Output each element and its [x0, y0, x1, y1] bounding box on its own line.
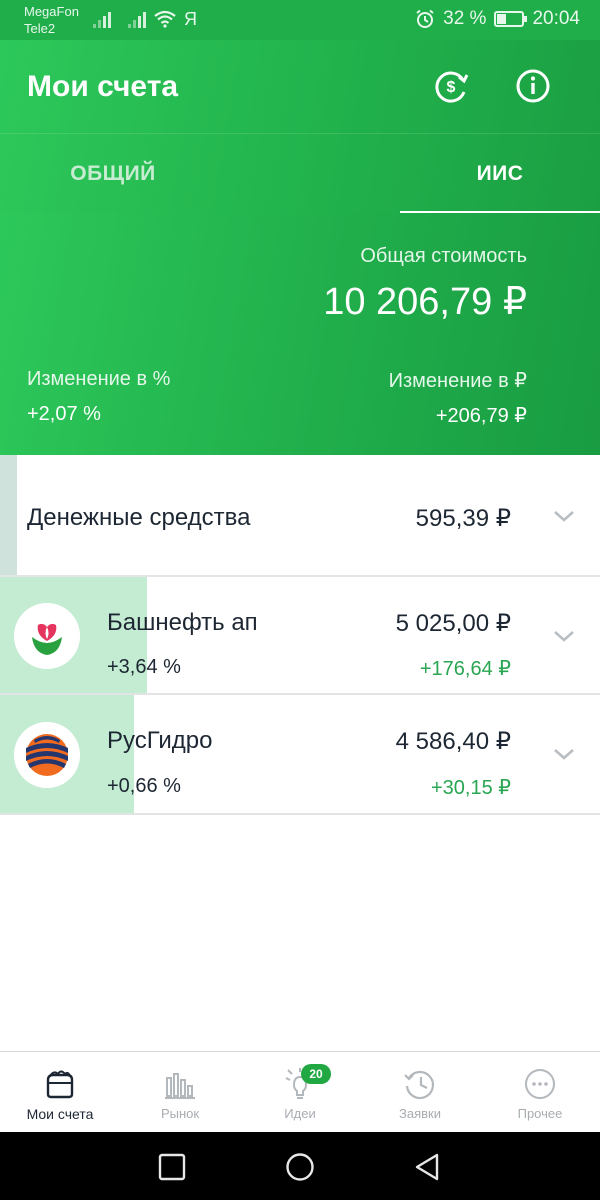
- svg-text:$: $: [447, 79, 456, 96]
- nav-my-accounts[interactable]: Мои счета: [0, 1052, 120, 1133]
- holding-value: 4 586,40 ₽: [395, 728, 511, 755]
- carrier-1: MegaFon: [24, 4, 79, 19]
- wallet-icon: [46, 1070, 74, 1099]
- nav-label: Заявки: [399, 1106, 441, 1121]
- tab-iis-label: ИИС: [476, 162, 524, 185]
- cash-row[interactable]: Денежные средства 595,39 ₽: [0, 455, 600, 577]
- clock: 20:04: [532, 8, 580, 29]
- home-icon[interactable]: [285, 1152, 315, 1182]
- market-chart-icon: [165, 1073, 195, 1099]
- signal-2-icon: [128, 10, 146, 28]
- portfolio-summary: Общая стоимость 10 206,79 ₽ Изменение в …: [0, 213, 600, 455]
- alarm-icon: [416, 9, 434, 28]
- holding-change-rub: +30,15 ₽: [430, 777, 511, 799]
- currency-exchange-icon[interactable]: $: [433, 68, 469, 104]
- holding-name: Башнефть ап: [107, 609, 258, 636]
- change-percent-label: Изменение в %: [27, 368, 171, 390]
- nav-label: Мои счета: [26, 1106, 94, 1122]
- nav-ideas[interactable]: 20 Идеи: [240, 1052, 360, 1133]
- more-icon: [525, 1069, 555, 1099]
- holding-row-rushydro[interactable]: РусГидро 4 586,40 ₽ +0,66 % +30,15 ₽: [0, 695, 600, 815]
- holding-name: РусГидро: [107, 727, 213, 754]
- bottom-navigation: Мои счета Рынок 20 Идеи Заявки Прочее: [0, 1051, 600, 1132]
- cash-label: Денежные средства: [27, 504, 251, 531]
- tab-iis[interactable]: ИИС: [400, 134, 600, 214]
- status-right: 32 % 20:04: [415, 8, 580, 30]
- total-value: 10 206,79 ₽: [323, 281, 527, 323]
- chevron-down-icon[interactable]: [552, 509, 576, 523]
- holding-row-bashneft[interactable]: Башнефть ап 5 025,00 ₽ +3,64 % +176,64 ₽: [0, 577, 600, 695]
- holding-value: 5 025,00 ₽: [395, 610, 511, 637]
- battery-percent: 32 %: [443, 8, 487, 29]
- battery-icon: [494, 11, 528, 27]
- cash-share-bar: [0, 455, 17, 575]
- nav-more[interactable]: Прочее: [480, 1052, 600, 1133]
- yandex-notification-icon: Я: [184, 9, 197, 29]
- nav-label: Рынок: [160, 1106, 200, 1121]
- nav-label: Идеи: [284, 1106, 316, 1121]
- nav-orders[interactable]: Заявки: [360, 1052, 480, 1133]
- holding-change-percent: +3,64 %: [107, 656, 181, 678]
- system-navigation-bar: [0, 1132, 600, 1200]
- bashneft-logo-icon: [14, 603, 80, 669]
- chevron-down-icon[interactable]: [552, 747, 576, 761]
- wifi-icon: [154, 10, 176, 28]
- chevron-down-icon[interactable]: [552, 629, 576, 643]
- carrier-2: Tele2: [24, 21, 56, 36]
- signal-1-icon: [93, 10, 111, 28]
- holding-change-rub: +176,64 ₽: [419, 658, 511, 680]
- page-title: Мои счета: [27, 70, 179, 103]
- nav-label: Прочее: [517, 1106, 563, 1121]
- tab-general[interactable]: ОБЩИЙ: [13, 134, 213, 214]
- total-value-label: Общая стоимость: [360, 245, 527, 267]
- carrier-names: MegaFon Tele2: [24, 3, 79, 37]
- rushydro-logo-icon: [14, 722, 80, 788]
- holding-change-percent: +0,66 %: [107, 775, 181, 797]
- nav-market[interactable]: Рынок: [120, 1052, 240, 1133]
- cash-value: 595,39 ₽: [415, 505, 511, 532]
- change-rub-value: +206,79 ₽: [435, 405, 527, 427]
- change-rub-label: Изменение в ₽: [388, 370, 527, 392]
- back-icon[interactable]: [412, 1152, 442, 1182]
- history-icon: [404, 1070, 435, 1100]
- account-tabs: ОБЩИЙ ИИС: [0, 133, 600, 214]
- recent-apps-icon[interactable]: [157, 1152, 187, 1182]
- tab-general-label: ОБЩИЙ: [70, 162, 156, 185]
- app-header: Мои счета $ ОБЩИЙ ИИС: [0, 40, 600, 214]
- status-bar: MegaFon Tele2 Я 32 % 20:04: [0, 0, 600, 40]
- change-percent-value: +2,07 %: [27, 403, 101, 425]
- info-icon[interactable]: [515, 68, 551, 104]
- ideas-badge: 20: [301, 1064, 331, 1084]
